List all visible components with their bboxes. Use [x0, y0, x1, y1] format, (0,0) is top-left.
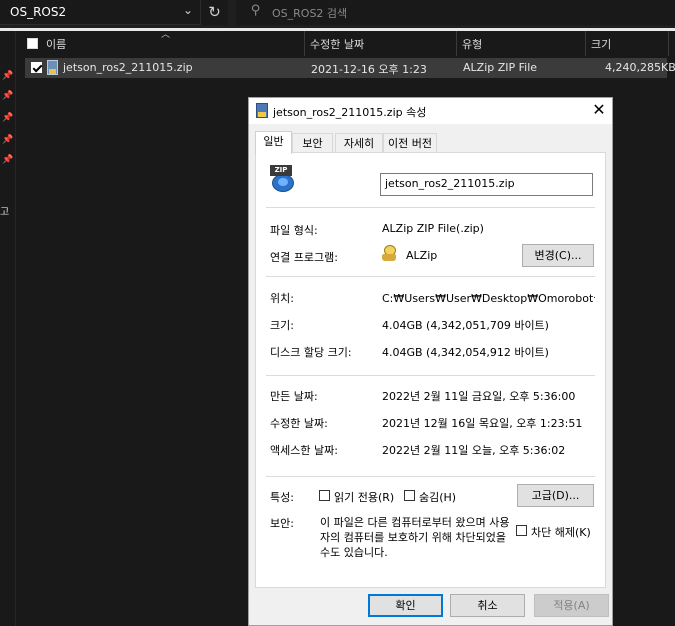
created-label: 만든 날짜:: [270, 390, 318, 403]
readonly-label[interactable]: 읽기 전용(R): [334, 489, 394, 505]
tab-details[interactable]: 자세히: [335, 133, 383, 153]
zip-disc-shape: [272, 174, 294, 192]
modified-label: 수정한 날짜:: [270, 417, 328, 430]
file-modified: 2021-12-16 오후 1:23: [311, 63, 427, 76]
change-button[interactable]: 변경(C)...: [522, 244, 594, 267]
ok-button[interactable]: 확인: [368, 594, 443, 617]
explorer-toolbar: OS_ROS2 ⌄ ↻ ⚲ OS_ROS2 검색: [0, 0, 675, 29]
cancel-button[interactable]: 취소: [450, 594, 525, 617]
column-separator[interactable]: [668, 31, 669, 56]
size-value: 4.04GB (4,342,051,709 바이트): [382, 319, 549, 332]
file-type-value: ALZip ZIP File(.zip): [382, 222, 484, 235]
divider: [266, 375, 595, 376]
tab-general[interactable]: 일반: [255, 131, 292, 154]
column-separator[interactable]: [585, 31, 586, 56]
filename-field[interactable]: jetson_ros2_211015.zip: [380, 173, 593, 196]
attributes-label: 특성:: [270, 491, 294, 504]
pin-icon[interactable]: 📌: [2, 91, 13, 101]
tab-security[interactable]: 보안: [292, 133, 333, 153]
address-path: OS_ROS2: [10, 5, 67, 19]
pin-icon[interactable]: 📌: [2, 135, 13, 145]
search-input[interactable]: ⚲ OS_ROS2 검색: [236, 0, 675, 25]
file-name: jetson_ros2_211015.zip: [63, 61, 193, 74]
divider: [266, 207, 595, 208]
close-icon[interactable]: ✕: [589, 100, 609, 119]
alzip-app-icon: [382, 245, 396, 261]
location-value: C:₩Users₩User₩Desktop₩Omorobot실습₩설치: [382, 292, 595, 305]
sort-ascending-icon: ︿: [161, 30, 171, 40]
general-panel: ZIP jetson_ros2_211015.zip 파일 형식: ALZip …: [255, 152, 606, 588]
size-on-disk-label: 디스크 할당 크기:: [270, 346, 352, 359]
column-separator[interactable]: [304, 31, 305, 56]
navigation-pane: 📌 📌 📌 📌 📌 고: [0, 31, 16, 626]
select-all-checkbox[interactable]: [27, 38, 38, 49]
open-with-label: 연결 프로그램:: [270, 251, 338, 264]
chevron-down-icon[interactable]: ⌄: [183, 3, 193, 17]
zip-label-badge: ZIP: [270, 165, 292, 176]
pin-icon[interactable]: 📌: [2, 155, 13, 165]
modified-value: 2021년 12월 16일 목요일, 오후 1:23:51: [382, 417, 583, 430]
column-modified[interactable]: 수정한 날짜: [310, 36, 364, 52]
unblock-checkbox[interactable]: [516, 525, 527, 536]
apply-button[interactable]: 적용(A): [534, 594, 609, 617]
file-size: 4,240,285KB: [605, 61, 675, 74]
properties-dialog: jetson_ros2_211015.zip 속성 ✕ 일반 보안 자세히 이전…: [248, 97, 613, 626]
hidden-checkbox[interactable]: [404, 490, 415, 501]
readonly-checkbox[interactable]: [319, 490, 330, 501]
column-separator[interactable]: [456, 31, 457, 56]
row-checkbox[interactable]: [31, 62, 42, 73]
divider: [266, 476, 595, 477]
search-placeholder: OS_ROS2 검색: [272, 7, 348, 20]
pin-icon[interactable]: 📌: [2, 113, 13, 123]
tab-previous-versions[interactable]: 이전 버전: [383, 133, 437, 153]
advanced-button[interactable]: 고급(D)...: [517, 484, 594, 507]
column-size[interactable]: 크기: [591, 36, 611, 52]
hidden-label[interactable]: 숨김(H): [419, 489, 456, 505]
accessed-value: 2022년 2월 11일 오늘, 오후 5:36:02: [382, 444, 566, 457]
size-on-disk-value: 4.04GB (4,342,054,912 바이트): [382, 346, 549, 359]
zip-file-icon: ZIP: [270, 165, 298, 192]
zip-file-icon: [256, 103, 268, 118]
created-value: 2022년 2월 11일 금요일, 오후 5:36:00: [382, 390, 576, 403]
refresh-icon[interactable]: ↻: [200, 0, 228, 25]
open-with-value: ALZip: [406, 249, 438, 262]
dialog-titlebar[interactable]: jetson_ros2_211015.zip 속성 ✕: [249, 98, 612, 124]
location-label: 위치:: [270, 292, 294, 305]
nav-item-label[interactable]: 고: [0, 203, 9, 218]
divider: [266, 276, 595, 277]
pin-icon[interactable]: 📌: [2, 71, 13, 81]
file-type-label: 파일 형식:: [270, 224, 318, 237]
security-message: 이 파일은 다른 컴퓨터로부터 왔으며 사용자의 컴퓨터를 보호하기 위해 차단…: [320, 516, 510, 559]
column-name[interactable]: 이름: [46, 36, 66, 52]
accessed-label: 액세스한 날짜:: [270, 444, 338, 457]
unblock-label[interactable]: 차단 해제(K): [531, 524, 591, 540]
column-type[interactable]: 유형: [462, 36, 482, 52]
file-type: ALZip ZIP File: [463, 61, 538, 74]
zip-file-icon: [47, 60, 58, 75]
dialog-title: jetson_ros2_211015.zip 속성: [273, 106, 427, 119]
size-label: 크기:: [270, 319, 294, 332]
address-bar[interactable]: OS_ROS2 ⌄: [0, 0, 200, 25]
search-icon: ⚲: [251, 3, 261, 18]
column-header: ︿ 이름 수정한 날짜 유형 크기: [16, 30, 675, 56]
security-label: 보안:: [270, 517, 294, 530]
table-row[interactable]: jetson_ros2_211015.zip 2021-12-16 오후 1:2…: [25, 58, 675, 78]
